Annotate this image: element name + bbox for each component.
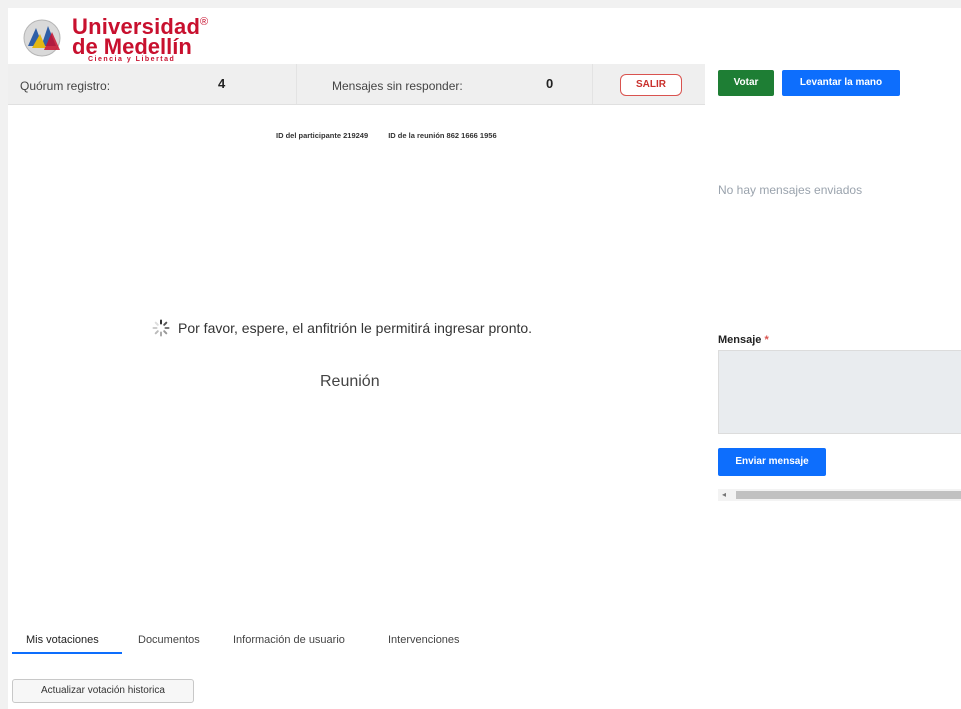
required-mark: *	[764, 334, 769, 346]
tab-intervenciones[interactable]: Intervenciones	[388, 634, 460, 646]
stats-bar: Quórum registro: 4 Mensajes sin responde…	[8, 64, 705, 105]
tab-informacion-usuario[interactable]: Información de usuario	[233, 634, 345, 646]
horizontal-scrollbar[interactable]: ◂	[718, 489, 961, 501]
tab-documentos[interactable]: Documentos	[138, 634, 200, 646]
unanswered-cell: Mensajes sin responder: 0	[296, 64, 593, 104]
meeting-ids: ID del participante 219249 ID de la reun…	[276, 131, 515, 140]
quorum-label: Quórum registro:	[20, 79, 111, 93]
logo-registered-mark: ®	[200, 16, 209, 28]
no-messages-text: No hay mensajes enviados	[718, 183, 863, 197]
message-label-text: Mensaje	[718, 334, 762, 346]
active-tab-indicator	[12, 652, 122, 654]
update-historic-vote-button[interactable]: Actualizar votación historica	[12, 679, 194, 703]
send-message-button[interactable]: Enviar mensaje	[718, 448, 826, 476]
exit-button[interactable]: SALIR	[620, 74, 682, 96]
loading-spinner-icon	[152, 319, 170, 337]
unanswered-label: Mensajes sin responder:	[332, 79, 463, 93]
raise-hand-button[interactable]: Levantar la mano	[782, 70, 900, 96]
waiting-message: Por favor, espere, el anfitrión le permi…	[152, 319, 532, 337]
tab-mis-votaciones[interactable]: Mis votaciones	[26, 634, 99, 646]
vote-button[interactable]: Votar	[718, 70, 774, 96]
unanswered-value: 0	[546, 76, 554, 91]
scroll-left-arrow-icon[interactable]: ◂	[722, 489, 726, 501]
message-label: Mensaje *	[718, 334, 769, 346]
participant-id: ID del participante 219249	[276, 131, 369, 140]
quorum-value: 4	[218, 76, 226, 91]
university-logo: Universidad de Medellín ® Ciencia y Libe…	[20, 14, 220, 70]
meeting-title: Reunión	[320, 373, 380, 390]
page: Universidad de Medellín ® Ciencia y Libe…	[8, 8, 961, 709]
logo-tagline: Ciencia y Libertad	[88, 56, 176, 63]
scrollbar-thumb[interactable]	[736, 491, 961, 499]
meeting-id: ID de la reunión 862 1666 1956	[388, 131, 497, 140]
waiting-text: Por favor, espere, el anfitrión le permi…	[178, 320, 533, 336]
university-emblem-icon	[23, 19, 61, 57]
quorum-cell: Quórum registro: 4	[8, 64, 297, 104]
message-textarea[interactable]	[718, 350, 961, 434]
